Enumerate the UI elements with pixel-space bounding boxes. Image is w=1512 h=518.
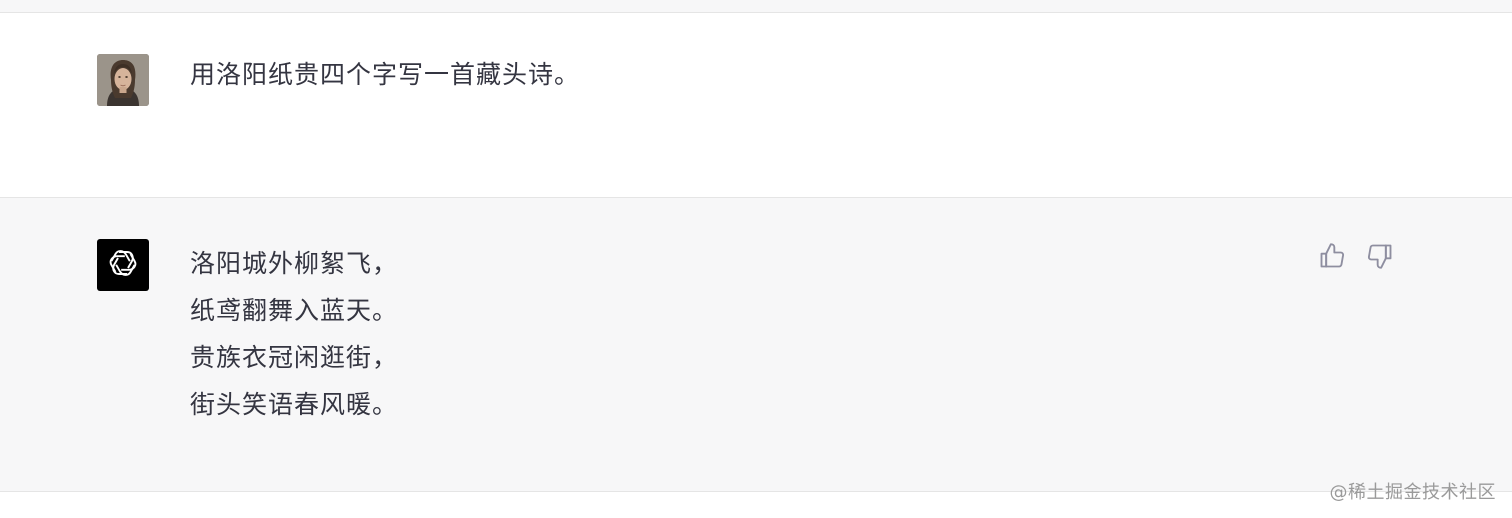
- poem-line-2: 纸鸢翻舞入蓝天。: [190, 296, 399, 325]
- user-avatar: [97, 54, 149, 106]
- top-divider: [0, 0, 1512, 13]
- thumbs-down-icon: [1366, 242, 1394, 274]
- assistant-message-text: 洛阳城外柳絮飞， 纸鸢翻舞入蓝天。 贵族衣冠闲逛街， 街头笑语春风暖。: [190, 240, 398, 428]
- watermark-text: @稀土掘金技术社区: [1329, 482, 1496, 503]
- assistant-message-row: 洛阳城外柳絮飞， 纸鸢翻舞入蓝天。 贵族衣冠闲逛街， 街头笑语春风暖。: [0, 198, 1512, 492]
- user-message-row: 用洛阳纸贵四个字写一首藏头诗。: [0, 13, 1512, 198]
- poem-line-1: 洛阳城外柳絮飞，: [190, 249, 399, 278]
- thumbs-up-icon: [1318, 242, 1346, 274]
- thumbs-down-button[interactable]: [1364, 242, 1396, 274]
- poem-line-3: 贵族衣冠闲逛街，: [190, 343, 399, 372]
- bottom-area: [0, 492, 1512, 518]
- openai-logo-icon: [105, 245, 141, 285]
- assistant-avatar: [97, 239, 149, 291]
- thumbs-up-button[interactable]: [1316, 242, 1348, 274]
- user-message-text: 用洛阳纸贵四个字写一首藏头诗。: [190, 60, 581, 89]
- poem-line-4: 街头笑语春风暖。: [190, 390, 399, 419]
